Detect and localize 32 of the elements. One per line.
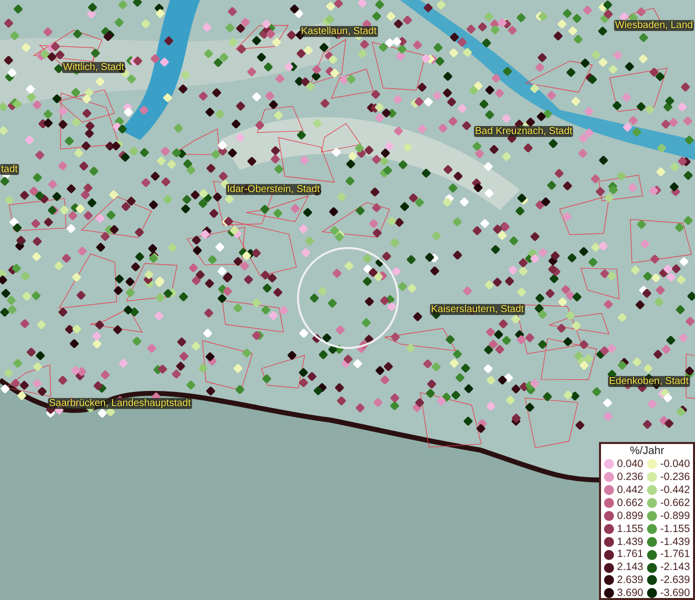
legend-value: -1.155 [660,524,690,534]
place-label: Kastellaun, Stadt [300,26,378,37]
place-label: tadt [0,164,19,175]
legend-value: -2.639 [660,575,690,586]
legend-value: -0.442 [660,484,690,496]
legend-value: -3.690 [660,588,690,599]
legend-value: -1.439 [660,536,690,548]
legend-value: 0.040 [617,459,644,470]
legend-value: -0.236 [660,472,690,483]
legend-value: 3.690 [617,588,644,599]
legend-value: 1.761 [617,549,644,560]
legend-value: 1.439 [617,536,644,548]
legend-value: 1.155 [617,524,644,534]
legend-value: 0.662 [617,498,644,508]
place-label: Wittlich, Stadt [62,62,126,73]
place-label: Edenkoben, Stadt [608,376,690,387]
legend-value: 2.143 [617,562,644,573]
legend-value: -2.143 [660,562,690,573]
legend-value: 0.442 [617,484,644,496]
place-label: Kaiserslautern, Stadt [430,304,525,315]
place-label: Saarbrücken, Landeshauptstadt [48,398,192,409]
legend-value: -1.761 [660,549,690,560]
legend-value: 0.899 [617,510,644,522]
legend-value: -0.040 [660,459,690,470]
place-label: Bad Kreuznach, Stadt [474,126,574,137]
legend-value: -0.662 [660,498,690,508]
legend-value: -0.899 [660,510,690,522]
legend-title: %/Jahr [628,445,666,458]
place-label: Idar-Oberstein, Stadt [226,184,321,195]
place-label: Wiesbaden, Land [614,20,694,31]
legend-value: 2.639 [617,575,644,586]
legend-value: 0.236 [617,472,644,483]
